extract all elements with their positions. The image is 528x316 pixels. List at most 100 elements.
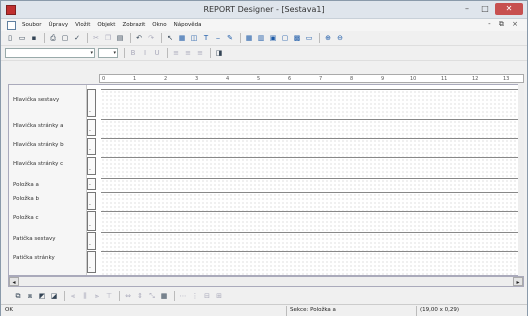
table-icon[interactable]: ▦: [244, 33, 254, 43]
menu-objekt[interactable]: Objekt: [97, 22, 115, 28]
menu-zobrazit[interactable]: Zobrazit: [122, 22, 145, 28]
italic-icon[interactable]: I: [140, 48, 150, 58]
ruler-mark: 0: [102, 76, 106, 82]
align-center-icon[interactable]: ≡: [183, 48, 193, 58]
toolbar-separator: [174, 291, 175, 301]
snap-grid-icon[interactable]: ▦: [159, 291, 169, 301]
zoom-out-icon[interactable]: ⊖: [335, 33, 345, 43]
mdi-controls[interactable]: - ⧉ ×: [488, 20, 521, 29]
format-toolbar: ▾ ▾ B I U ≡ ≡ ≡ ◨: [1, 46, 527, 61]
align-left-icon[interactable]: ≡: [171, 48, 181, 58]
ruler-mark: 8: [350, 76, 354, 82]
maximize-button[interactable]: □: [477, 3, 493, 15]
underline-icon[interactable]: U: [152, 48, 162, 58]
menu-napoveda[interactable]: Nápověda: [174, 22, 202, 28]
band-bracket[interactable]: -: [87, 89, 96, 117]
preview-icon[interactable]: ▢: [60, 33, 70, 43]
status-divider: [416, 306, 417, 316]
image-icon[interactable]: ◫: [189, 33, 199, 43]
same-height-icon[interactable]: ⇕: [135, 291, 145, 301]
app-window: REPORT Designer - [Sestava1] – □ ✕ Soubo…: [0, 0, 528, 316]
band-label: Hlavička stránky a: [13, 123, 64, 129]
text-icon[interactable]: T: [201, 33, 211, 43]
screen-icon[interactable]: ▭: [304, 33, 314, 43]
document-icon[interactable]: [7, 20, 16, 30]
ungroup-icon[interactable]: ⧈: [25, 291, 35, 301]
redo-icon[interactable]: ↷: [146, 33, 156, 43]
band-bracket[interactable]: -: [87, 138, 96, 155]
report-design-area[interactable]: Hlavička sestavy Hlavička stránky a Hlav…: [8, 84, 524, 276]
send-back-icon[interactable]: ◪: [49, 291, 59, 301]
align-right-icon[interactable]: ≡: [195, 48, 205, 58]
menu-vlozit[interactable]: Vložit: [75, 22, 90, 28]
scroll-left-button[interactable]: ◂: [9, 277, 19, 286]
align-top-icon[interactable]: ⊤: [104, 291, 114, 301]
bring-front-icon[interactable]: ◩: [37, 291, 47, 301]
band-bracket[interactable]: -: [87, 192, 96, 210]
same-width-icon[interactable]: ⇔: [123, 291, 133, 301]
menu-okno[interactable]: Okno: [152, 22, 166, 28]
cut-icon[interactable]: ✂: [91, 33, 101, 43]
print-icon[interactable]: ⎙: [48, 33, 58, 43]
chart-icon[interactable]: ▥: [256, 33, 266, 43]
bold-icon[interactable]: B: [128, 48, 138, 58]
close-button[interactable]: ✕: [495, 3, 523, 15]
open-icon[interactable]: ▭: [17, 33, 27, 43]
center-vertical-icon[interactable]: ⊞: [214, 291, 224, 301]
band-bracket[interactable]: -: [87, 178, 96, 190]
zoom-in-icon[interactable]: ⊕: [323, 33, 333, 43]
align-centers-icon[interactable]: ⫼: [80, 291, 90, 301]
band-report-footer[interactable]: [101, 232, 521, 251]
toolbar-separator: [130, 33, 131, 43]
brush-icon[interactable]: ✎: [225, 33, 235, 43]
band-report-header[interactable]: [101, 89, 521, 119]
grid-icon[interactable]: ▩: [292, 33, 302, 43]
band-page-header-c[interactable]: [101, 157, 521, 178]
band-label: Hlavička stránky c: [13, 161, 64, 167]
copy-icon[interactable]: ❐: [103, 33, 113, 43]
undo-icon[interactable]: ↶: [134, 33, 144, 43]
space-horizontal-icon[interactable]: ⋯: [178, 291, 188, 301]
band-bracket[interactable]: -: [87, 251, 96, 273]
group-icon[interactable]: ⧉: [13, 291, 23, 301]
toolbar-separator: [124, 48, 125, 58]
pointer-icon[interactable]: ↖: [165, 33, 175, 43]
band-bracket[interactable]: -: [87, 119, 96, 136]
field-icon[interactable]: ▦: [177, 33, 187, 43]
same-size-icon[interactable]: ⤡: [147, 291, 157, 301]
align-right-edges-icon[interactable]: ⫸: [92, 291, 102, 301]
save-icon[interactable]: ▪: [29, 33, 39, 43]
toolbar-separator: [161, 33, 162, 43]
font-name-select[interactable]: ▾: [5, 48, 95, 58]
band-bracket[interactable]: -: [87, 232, 96, 250]
band-page-header-b[interactable]: [101, 138, 521, 157]
menu-bar: Soubor Úpravy Vložit Objekt Zobrazit Okn…: [1, 19, 527, 31]
properties-icon[interactable]: ◨: [214, 48, 224, 58]
band-bracket[interactable]: -: [87, 211, 96, 231]
scroll-right-button[interactable]: ▸: [513, 277, 523, 286]
box-icon[interactable]: ▢: [280, 33, 290, 43]
align-left-edges-icon[interactable]: ⫷: [68, 291, 78, 301]
horizontal-scrollbar[interactable]: ◂ ▸: [8, 276, 524, 287]
center-horizontal-icon[interactable]: ⊟: [202, 291, 212, 301]
band-item-b[interactable]: [101, 192, 521, 211]
space-vertical-icon[interactable]: ⋮: [190, 291, 200, 301]
status-bar: OK Sekce: Položka a (19,00 x 0,29): [1, 304, 527, 316]
line-icon[interactable]: ⎯: [213, 33, 223, 43]
band-page-header-a[interactable]: [101, 119, 521, 138]
paste-icon[interactable]: ▤: [115, 33, 125, 43]
menu-soubor[interactable]: Soubor: [22, 22, 41, 28]
font-size-select[interactable]: ▾: [98, 48, 118, 58]
frame-icon[interactable]: ▣: [268, 33, 278, 43]
minimize-button[interactable]: –: [459, 3, 475, 15]
spell-icon[interactable]: ✓: [72, 33, 82, 43]
vertical-scrollbar[interactable]: [518, 84, 524, 276]
new-icon[interactable]: ▯: [5, 33, 15, 43]
menu-upravy[interactable]: Úpravy: [48, 22, 68, 28]
band-page-footer[interactable]: [101, 251, 521, 275]
band-item-c[interactable]: [101, 211, 521, 232]
status-selection: Sekce: Položka a: [290, 307, 336, 313]
band-bracket[interactable]: -: [87, 157, 96, 175]
band-item-a[interactable]: [101, 178, 521, 192]
bracket-symbol: -: [89, 147, 91, 153]
